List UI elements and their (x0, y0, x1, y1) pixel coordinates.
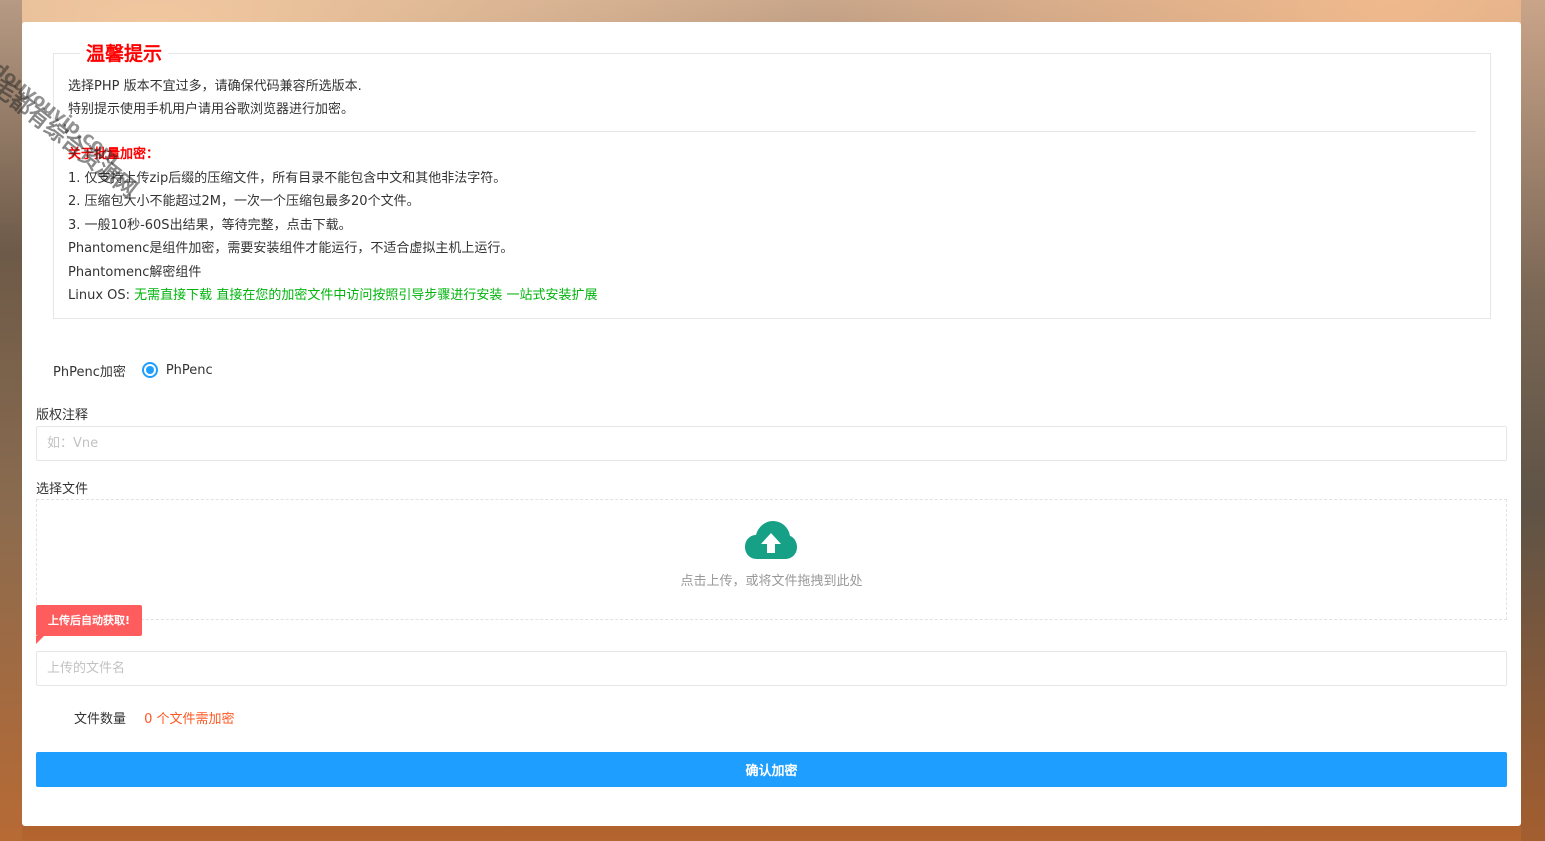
tooltip-text: 上传后自动获取! (48, 614, 131, 627)
linux-link-download[interactable]: 无需直接下载 (134, 288, 212, 303)
batch-item-2: 2. 压缩包大小不能超过2M，一次一个压缩包最多20个文件。 (68, 194, 420, 209)
encrypt-type-label: PhPenc加密 (53, 364, 126, 380)
linux-link-guide[interactable]: 直接在您的加密文件中访问按照引导步骤进行安装 (216, 288, 502, 303)
phantom-component: Phantomenc解密组件 (68, 265, 202, 280)
filename-input[interactable] (36, 651, 1507, 686)
linux-os-label: Linux OS: (68, 288, 135, 303)
upload-hint: 点击上传，或将文件拖拽到此处 (680, 574, 863, 589)
tips-box: 温馨提示 选择PHP 版本不宜过多，请确保代码兼容所选版本. 特别提示使用手机用… (53, 42, 1491, 319)
phantom-note: Phantomenc是组件加密，需要安装组件才能运行，不适合虚拟主机上运行。 (68, 241, 514, 256)
tips-title: 温馨提示 (80, 42, 169, 66)
tips-line-mobile: 特别提示使用手机用户请用谷歌浏览器进行加密。 (68, 102, 355, 117)
radio-selected-dot (145, 366, 154, 374)
background-left (0, 0, 22, 841)
upload-dropzone[interactable]: 点击上传，或将文件拖拽到此处 (36, 499, 1507, 620)
encrypt-type-row: PhPenc加密 PhPenc (53, 359, 213, 381)
linux-link-install[interactable]: 一站式安装扩展 (506, 288, 597, 303)
tips-divider (68, 131, 1476, 132)
main-panel: 温馨提示 选择PHP 版本不宜过多，请确保代码兼容所选版本. 特别提示使用手机用… (22, 22, 1521, 826)
file-count-value: 0 个文件需加密 (144, 712, 235, 727)
linux-os-line: Linux OS: 无需直接下载 直接在您的加密文件中访问按照引导步骤进行安装 … (68, 287, 597, 305)
choose-file-label: 选择文件 (36, 482, 89, 497)
auto-fetch-tooltip: 上传后自动获取! (36, 605, 143, 644)
copyright-label: 版权注释 (36, 408, 89, 423)
radio-phpenc-label[interactable]: PhPenc (166, 363, 213, 378)
background-right (1521, 0, 1545, 841)
file-count-row: 文件数量 0 个文件需加密 (74, 708, 235, 727)
radio-phpenc[interactable] (141, 362, 158, 378)
tooltip-arrow (36, 636, 44, 644)
cloud-upload-icon (745, 521, 797, 559)
batch-item-1: 1. 仅支持上传zip后缀的压缩文件，所有目录不能包含中文和其他非法字符。 (68, 171, 507, 186)
copyright-input[interactable] (36, 426, 1507, 461)
tips-line-php-version: 选择PHP 版本不宜过多，请确保代码兼容所选版本. (68, 79, 362, 94)
batch-title: 关于批量加密： (68, 147, 160, 162)
batch-item-3: 3. 一般10秒-60S出结果，等待完整，点击下载。 (68, 218, 352, 233)
file-count-label: 文件数量 (74, 712, 127, 727)
confirm-encrypt-button[interactable]: 确认加密 (36, 752, 1507, 787)
